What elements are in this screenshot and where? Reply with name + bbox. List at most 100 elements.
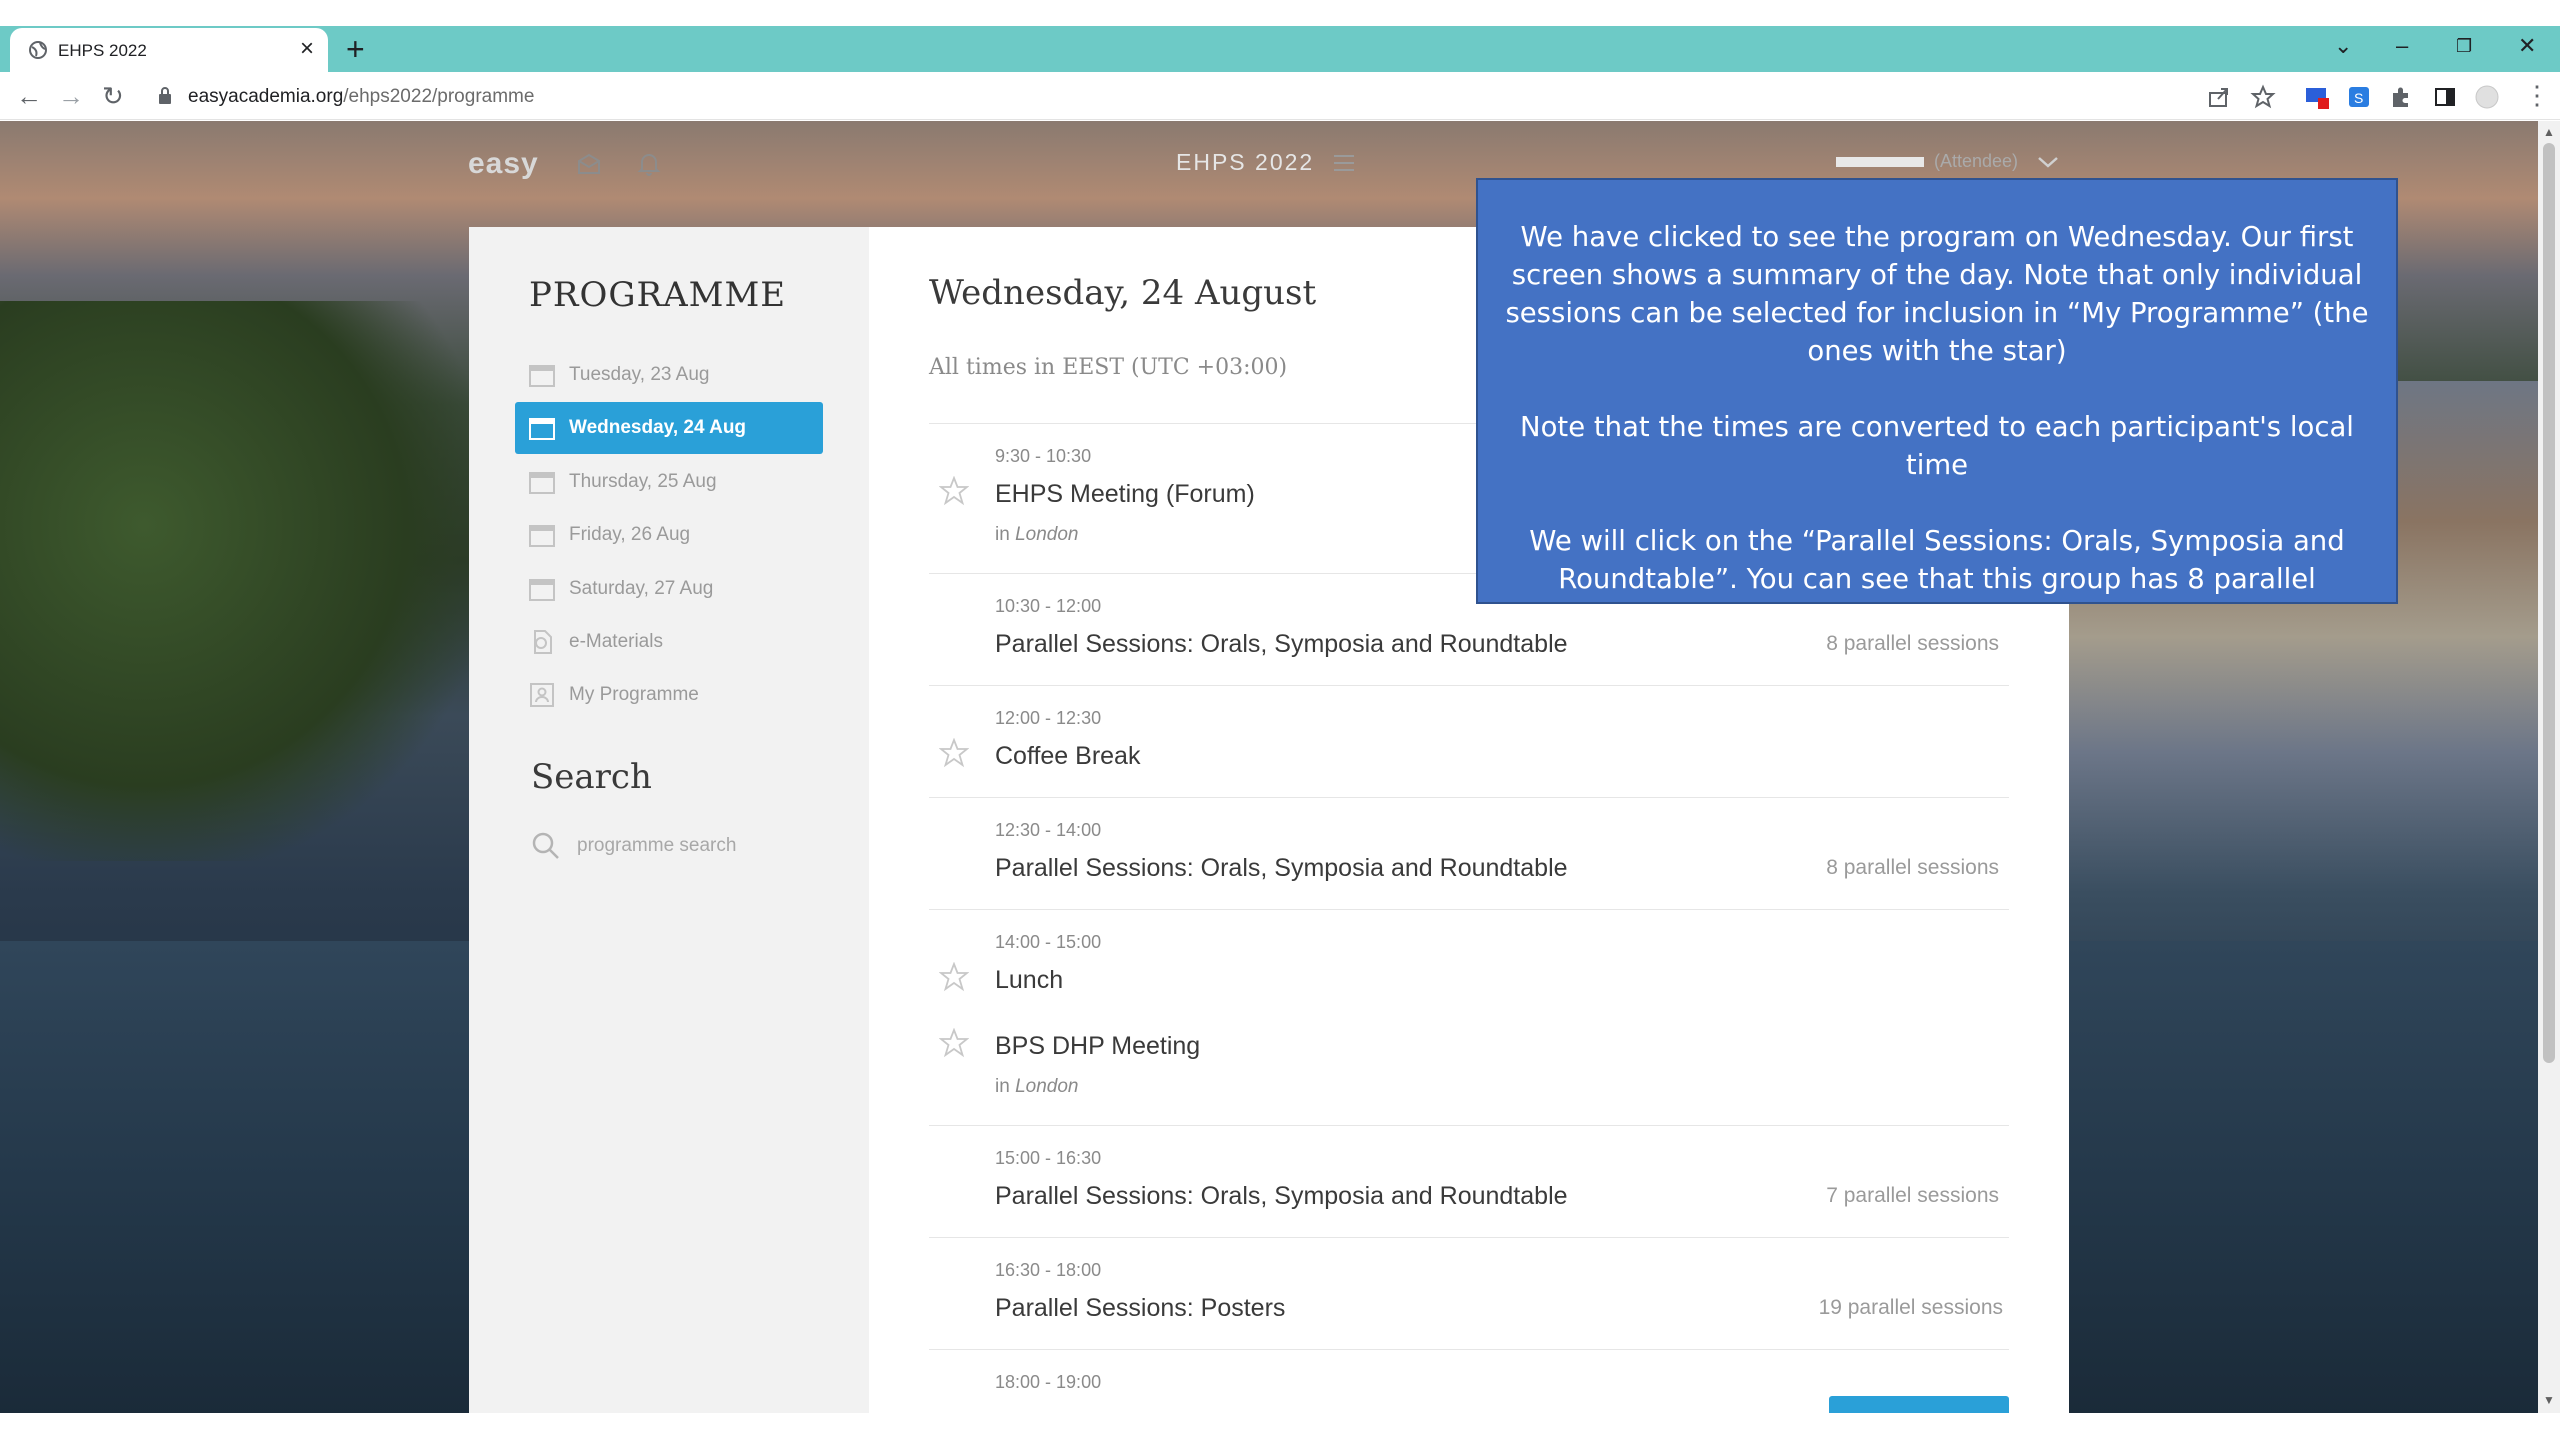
- parallel-count: 19 parallel sessions: [1818, 1296, 2003, 1319]
- tab-close-icon[interactable]: ×: [300, 37, 314, 61]
- session-time: 16:30 - 18:00: [995, 1260, 1102, 1280]
- session-row[interactable]: 12:00 - 12:30 Coffee Break: [929, 685, 2009, 797]
- tab-title: EHPS 2022: [58, 41, 147, 60]
- sidebar-item-saturday[interactable]: Saturday, 27 Aug: [515, 563, 823, 615]
- user-menu[interactable]: (Attendee): [1836, 151, 2059, 172]
- user-role: (Attendee): [1934, 151, 2019, 171]
- calendar-icon: [529, 525, 555, 547]
- session-time: 10:30 - 12:00: [995, 596, 1102, 616]
- document-icon: [534, 630, 552, 654]
- session-name[interactable]: Parallel Sessions: Orals, Symposia and R…: [995, 1182, 1568, 1211]
- session-row[interactable]: 14:00 - 15:00 Lunch BPS DHP Meeting in L…: [929, 909, 2009, 1125]
- extension-screen-icon[interactable]: [2304, 84, 2330, 110]
- calendar-icon: [529, 472, 555, 494]
- session-location: in London: [995, 524, 1079, 545]
- scroll-down-icon[interactable]: ▼: [2543, 1393, 2555, 1407]
- annotation-callout: We have clicked to see the program on We…: [1476, 178, 2398, 633]
- sidebar-item-my-programme[interactable]: My Programme: [515, 669, 823, 721]
- sidebar-item-wednesday[interactable]: Wednesday, 24 Aug: [515, 402, 823, 454]
- site-logo[interactable]: easy: [468, 147, 539, 181]
- reload-button[interactable]: ↻: [102, 81, 124, 111]
- browser-menu-icon[interactable]: ⋮: [2524, 80, 2550, 110]
- session-row[interactable]: 12:30 - 14:00 Parallel Sessions: Orals, …: [929, 797, 2009, 909]
- session-time: 14:00 - 15:00: [995, 932, 1102, 952]
- calendar-icon: [529, 365, 555, 387]
- star-icon[interactable]: [939, 962, 969, 992]
- session-name[interactable]: EHPS Meeting (Forum): [995, 480, 1255, 509]
- lock-icon: [159, 87, 171, 104]
- session-name[interactable]: Parallel Sessions: Orals, Symposia and R…: [995, 630, 1568, 659]
- globe-icon: [29, 41, 47, 59]
- sidebar-item-label: Friday, 26 Aug: [569, 524, 691, 545]
- session-name[interactable]: BPS DHP Meeting: [995, 1032, 1200, 1061]
- restore-button[interactable]: ❐: [2456, 32, 2472, 60]
- puzzle-icon[interactable]: [2388, 84, 2414, 110]
- star-icon[interactable]: [939, 476, 969, 506]
- bell-icon[interactable]: [636, 151, 662, 177]
- browser-tab[interactable]: EHPS 2022 ×: [10, 28, 328, 72]
- programme-search-input[interactable]: [577, 831, 817, 861]
- callout-paragraph: We will click on the “Parallel Sessions:…: [1529, 525, 2345, 633]
- session-location: in London: [995, 1076, 1079, 1097]
- new-tab-button[interactable]: +: [346, 32, 365, 66]
- url-text: easyacademia.org/ehps2022/programme: [188, 86, 535, 107]
- user-name-redacted: [1836, 157, 1924, 168]
- star-icon[interactable]: [939, 1028, 969, 1058]
- star-icon[interactable]: [939, 738, 969, 768]
- parallel-count: 7 parallel sessions: [1826, 1184, 1999, 1207]
- session-time: 15:00 - 16:30: [995, 1148, 1102, 1168]
- session-time: 9:30 - 10:30: [995, 446, 1092, 466]
- back-button[interactable]: ←: [16, 81, 42, 111]
- sidebar-item-label: My Programme: [569, 684, 699, 705]
- close-window-button[interactable]: ✕: [2518, 32, 2536, 60]
- scroll-up-icon[interactable]: ▲: [2543, 125, 2555, 139]
- mail-icon[interactable]: [576, 151, 602, 177]
- programme-sidebar: PROGRAMME Tuesday, 23 Aug Wednesday, 24 …: [469, 227, 869, 1413]
- callout-paragraph: We have clicked to see the program on We…: [1505, 221, 2369, 367]
- side-panel-icon[interactable]: [2432, 84, 2458, 110]
- page-scrollbar[interactable]: ▲ ▼: [2538, 121, 2560, 1413]
- svg-text:S: S: [2354, 90, 2363, 106]
- session-row[interactable]: 15:00 - 16:30 Parallel Sessions: Orals, …: [929, 1125, 2009, 1237]
- minimize-button[interactable]: –: [2396, 32, 2408, 60]
- sidebar-item-tuesday[interactable]: Tuesday, 23 Aug: [515, 349, 823, 401]
- sidebar-item-label: Thursday, 25 Aug: [569, 471, 717, 492]
- sidebar-item-label: Saturday, 27 Aug: [569, 578, 714, 599]
- sidebar-item-thursday[interactable]: Thursday, 25 Aug: [515, 456, 823, 508]
- scroll-thumb[interactable]: [2543, 143, 2555, 1063]
- bookmark-star-icon[interactable]: [2250, 84, 2276, 110]
- session-name[interactable]: Parallel Sessions: Posters: [995, 1294, 1285, 1323]
- parallel-count: 8 parallel sessions: [1826, 856, 1999, 879]
- sidebar-item-label: Wednesday, 24 Aug: [569, 417, 747, 438]
- chevron-down-icon: [2038, 157, 2058, 168]
- hamburger-menu-icon[interactable]: [1332, 153, 1356, 173]
- callout-paragraph: Note that the times are converted to eac…: [1520, 411, 2354, 481]
- forward-button[interactable]: →: [58, 81, 84, 111]
- background-hill: [0, 301, 480, 861]
- browser-tabstrip: EHPS 2022 × + ⌄ – ❐ ✕: [0, 26, 2560, 72]
- profile-avatar-icon[interactable]: [2474, 84, 2500, 110]
- search-heading: Search: [531, 757, 652, 797]
- calendar-icon: [529, 418, 555, 440]
- extension-blue-icon[interactable]: S: [2346, 84, 2372, 110]
- session-time: 12:30 - 14:00: [995, 820, 1102, 840]
- browser-toolbar: ← → ↻ easyacademia.org/ehps2022/programm…: [0, 72, 2560, 120]
- session-name[interactable]: Parallel Sessions: Orals, Symposia and R…: [995, 854, 1568, 883]
- conference-title[interactable]: EHPS 2022: [1176, 149, 1314, 176]
- session-action-button[interactable]: [1829, 1396, 2009, 1413]
- address-bar[interactable]: easyacademia.org/ehps2022/programme: [144, 76, 2194, 116]
- session-row[interactable]: 16:30 - 18:00 Parallel Sessions: Posters…: [929, 1237, 2009, 1349]
- person-card-icon: [530, 683, 554, 707]
- session-time: 12:00 - 12:30: [995, 708, 1102, 728]
- session-name[interactable]: Lunch: [995, 966, 1063, 995]
- sidebar-item-friday[interactable]: Friday, 26 Aug: [515, 509, 823, 561]
- session-row[interactable]: 18:00 - 19:00: [929, 1349, 2009, 1413]
- sidebar-heading: PROGRAMME: [529, 275, 787, 315]
- day-title: Wednesday, 24 August: [929, 273, 1317, 313]
- tab-search-icon[interactable]: ⌄: [2334, 32, 2352, 60]
- share-icon[interactable]: [2206, 84, 2232, 110]
- search-icon: [532, 832, 559, 859]
- sidebar-item-ematerials[interactable]: e-Materials: [515, 616, 823, 668]
- timezone-note: All times in EEST (UTC +03:00): [929, 355, 1288, 380]
- session-name[interactable]: Coffee Break: [995, 742, 1140, 771]
